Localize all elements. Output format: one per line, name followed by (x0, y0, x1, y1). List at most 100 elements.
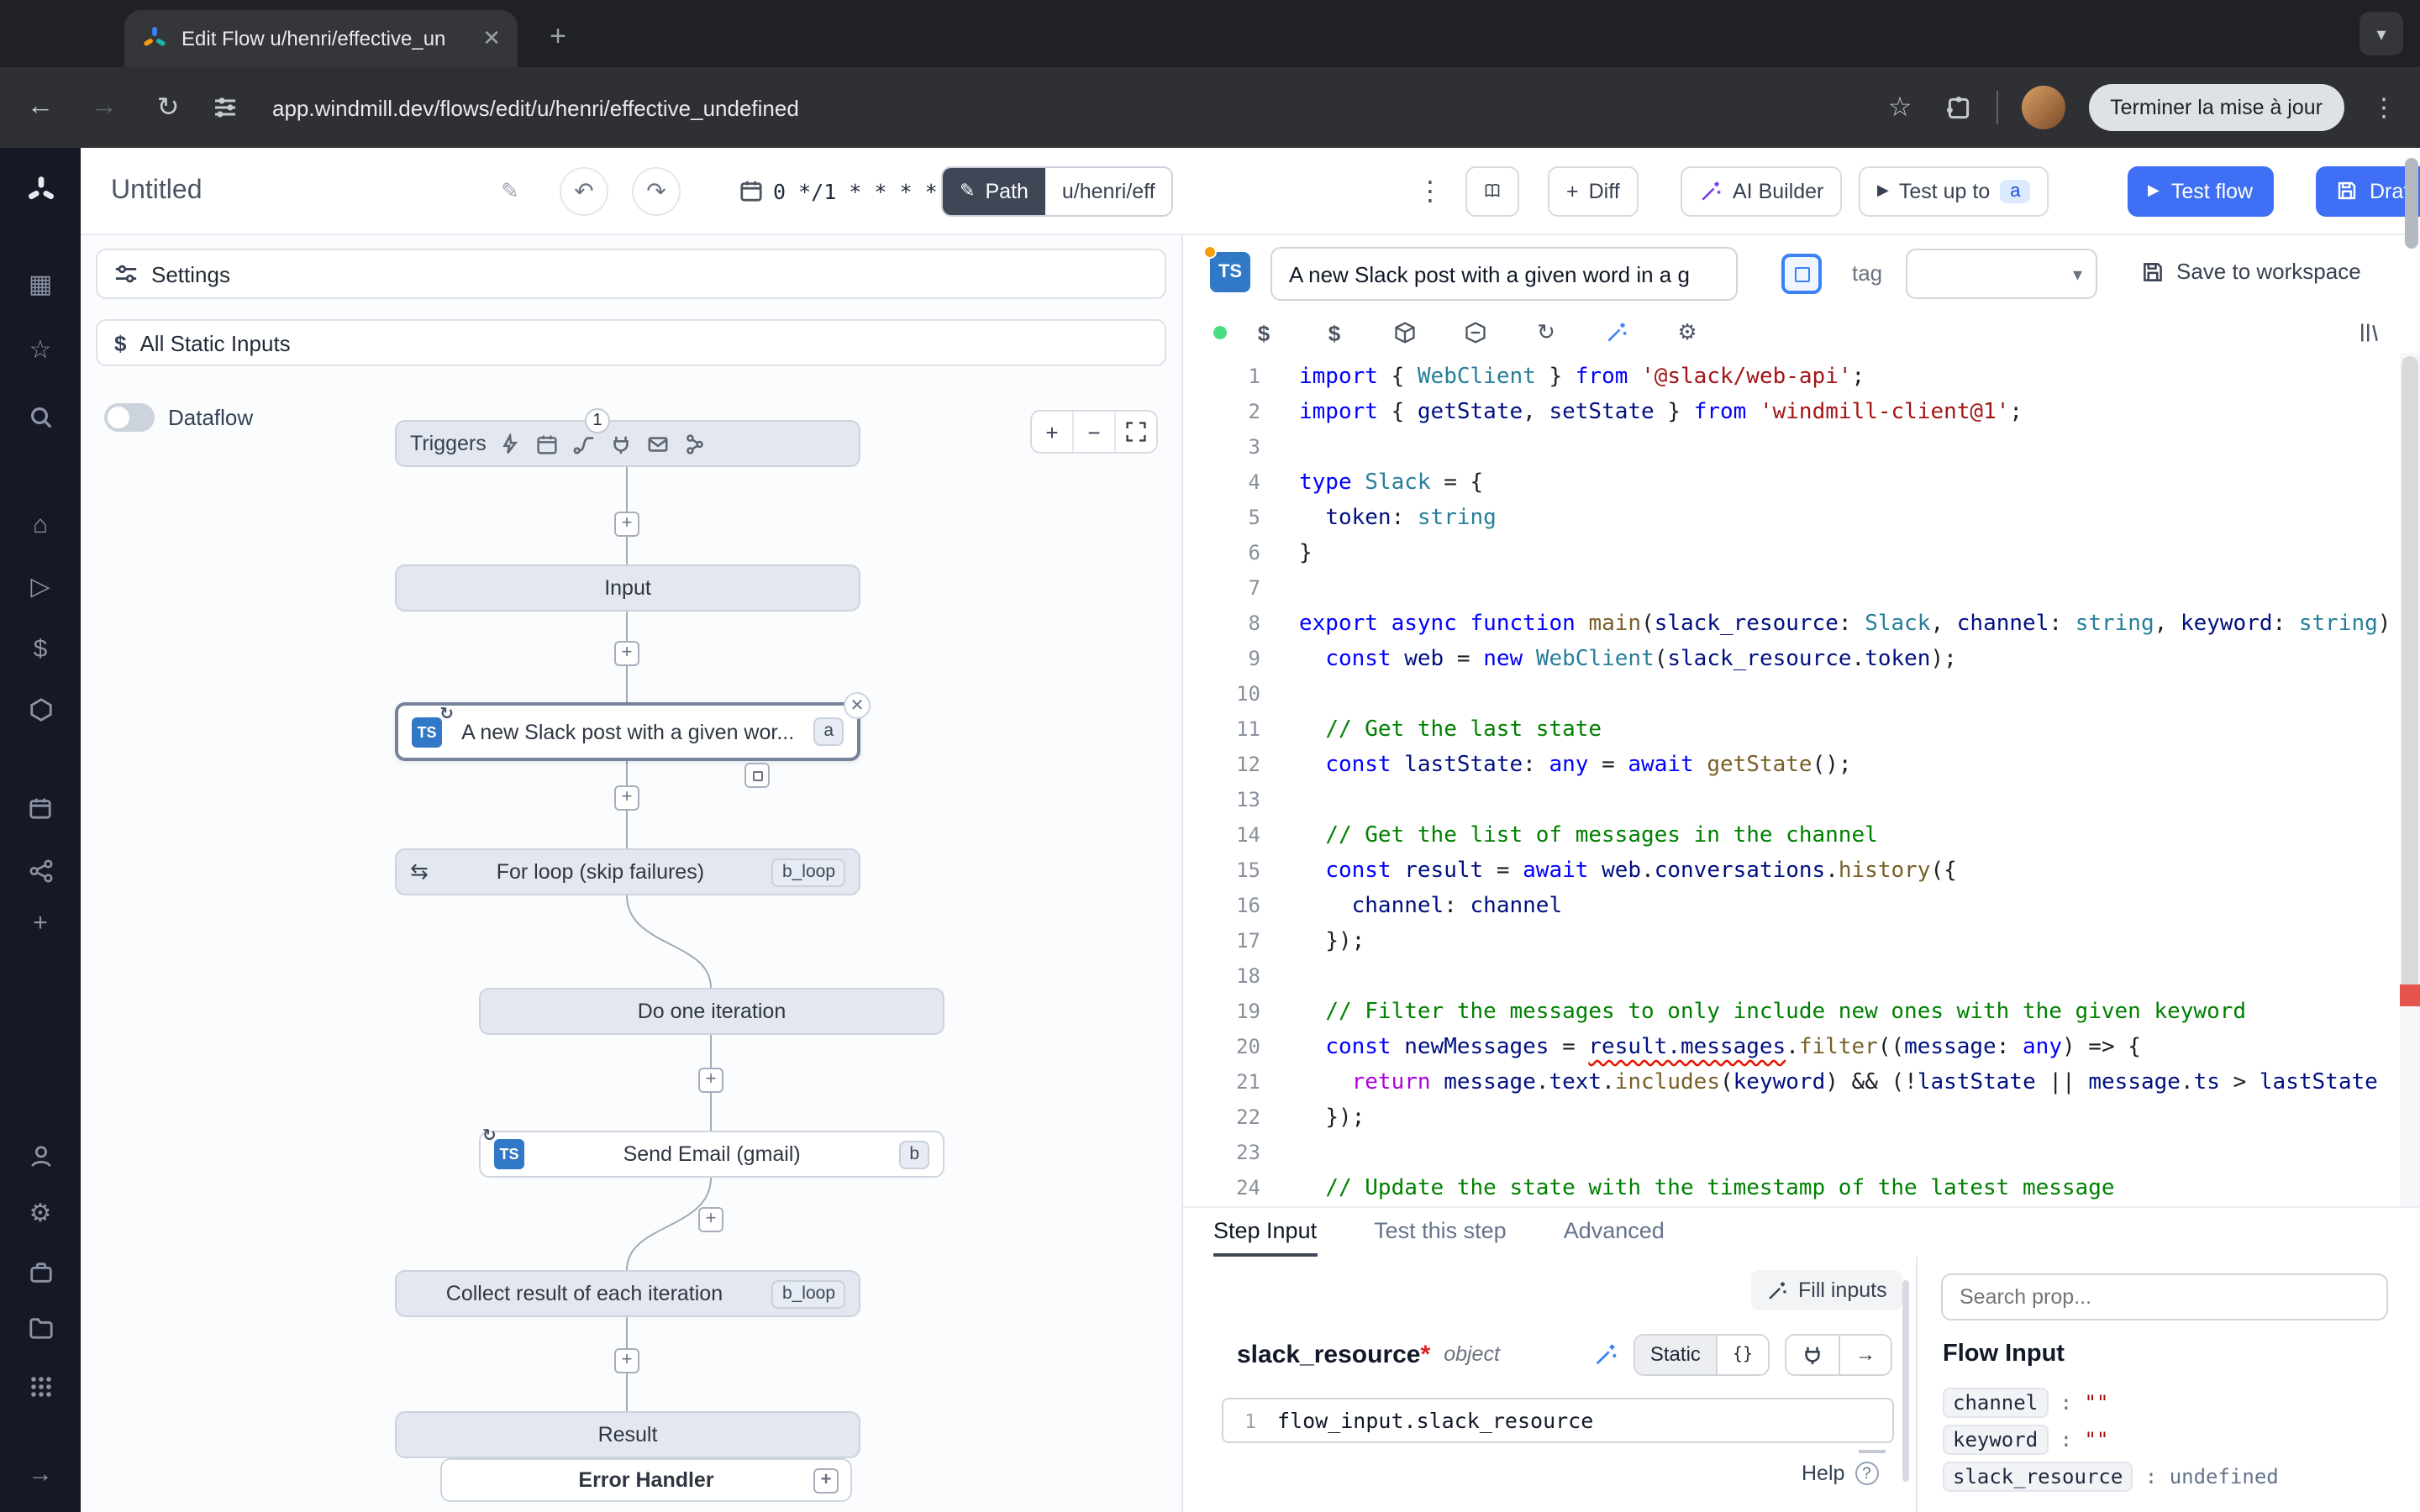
email-trigger-icon[interactable] (648, 433, 670, 454)
code-line[interactable]: 23 (1183, 1136, 2400, 1171)
code-line[interactable]: 8export async function main(slack_resour… (1183, 606, 2400, 642)
expression-value[interactable]: flow_input.slack_resource (1277, 1408, 1593, 1433)
ai-builder-button[interactable]: AI Builder (1681, 165, 1842, 216)
expression-mode-button[interactable]: {} (1716, 1335, 1768, 1373)
code-line[interactable]: 2import { getState, setState } from 'win… (1183, 395, 2400, 430)
flow-node-collect-result[interactable]: Collect result of each iteration b_loop (395, 1270, 860, 1317)
flow-name[interactable]: Untitled (111, 176, 203, 206)
workers-icon[interactable] (0, 1250, 81, 1294)
collapse-arrow-icon[interactable]: → (0, 1452, 81, 1495)
insert-step-button[interactable]: + (614, 641, 639, 666)
fill-inputs-button[interactable]: Fill inputs (1751, 1270, 1902, 1310)
tab-step-input[interactable]: Step Input (1213, 1208, 1317, 1257)
resources-icon[interactable] (0, 687, 81, 731)
site-info-icon[interactable] (212, 94, 239, 121)
apps-grid-icon[interactable] (0, 1364, 81, 1408)
search-icon[interactable] (0, 395, 81, 438)
flow-node-forloop[interactable]: ⇆ For loop (skip failures) b_loop (395, 848, 860, 895)
tab-advanced[interactable]: Advanced (1564, 1208, 1665, 1257)
ai-assistant-wand-icon[interactable] (1600, 312, 1634, 353)
add-error-handler-button[interactable]: + (813, 1467, 839, 1493)
triggers-icon[interactable] (0, 848, 81, 892)
code-line[interactable]: 10 (1183, 677, 2400, 712)
help-link[interactable]: Help ? (1802, 1462, 1878, 1485)
expression-input[interactable]: 1 flow_input.slack_resource (1222, 1398, 1894, 1443)
flow-node-result[interactable]: Result (395, 1411, 860, 1458)
undo-button[interactable]: ↶ (560, 166, 608, 215)
test-up-to-button[interactable]: ▶ Test up to a (1859, 165, 2049, 216)
windmill-logo[interactable] (0, 168, 81, 212)
reset-icon[interactable]: ↻ (1529, 312, 1563, 353)
flow-node-input[interactable]: Input (395, 564, 860, 612)
code-line[interactable]: 21 return message.text.includes(keyword)… (1183, 1065, 2400, 1100)
search-prop-input[interactable] (1941, 1273, 2388, 1320)
forward-icon[interactable]: → (84, 92, 124, 123)
redo-button[interactable]: ↷ (632, 166, 681, 215)
settings-gear-icon[interactable]: ⚙ (0, 1191, 81, 1235)
prop-row[interactable]: channel : "" (1943, 1384, 2396, 1421)
code-line[interactable]: 7 (1183, 571, 2400, 606)
code-line[interactable]: 17 }); (1183, 924, 2400, 959)
flow-node-do-one-iteration[interactable]: Do one iteration (479, 988, 944, 1035)
docs-book-button[interactable] (1465, 165, 1519, 216)
user-icon[interactable] (0, 1134, 81, 1178)
prop-row[interactable]: slack_resource : undefined (1943, 1458, 2396, 1495)
runs-icon[interactable]: ▷ (0, 564, 81, 608)
bookmark-star-icon[interactable]: ☆ (1880, 91, 1920, 124)
url-text[interactable]: app.windmill.dev/flows/edit/u/henri/effe… (272, 95, 799, 120)
pencil-icon[interactable]: ✎ (501, 177, 519, 204)
code-line[interactable]: 11 // Get the last state (1183, 712, 2400, 748)
code-line[interactable]: 13 (1183, 783, 2400, 818)
add-resource-icon[interactable]: $ (1318, 312, 1351, 353)
favorites-star-icon[interactable]: ☆ (0, 328, 81, 371)
flow-node-error-handler[interactable]: Error Handler + (440, 1458, 852, 1502)
code-line[interactable]: 16 channel: channel (1183, 889, 2400, 924)
prop-row[interactable]: keyword : "" (1943, 1421, 2396, 1458)
path-control[interactable]: ✎Path u/henri/eff (941, 165, 1174, 216)
early-stop-indicator[interactable] (744, 763, 770, 788)
tag-select[interactable]: ▾ (1906, 249, 2097, 299)
webhook-icon[interactable] (500, 433, 522, 454)
step-select-checkbox[interactable] (1781, 254, 1822, 294)
plug-connect-button[interactable] (1786, 1335, 1839, 1373)
add-icon[interactable]: + (0, 900, 81, 944)
schedule-summary[interactable]: 0 */1 * * * * (739, 178, 938, 203)
home-icon[interactable]: ⌂ (0, 502, 81, 546)
insert-arrow-button[interactable]: → (1839, 1335, 1891, 1373)
code-line[interactable]: 19 // Filter the messages to only includ… (1183, 995, 2400, 1030)
more-options-kebab-icon[interactable]: ⋮ (1417, 174, 1444, 207)
test-flow-button[interactable]: ▶ Test flow (2128, 165, 2273, 216)
insert-step-button[interactable]: + (698, 1068, 723, 1093)
editor-scrollbar[interactable] (2400, 353, 2420, 1206)
insert-step-button[interactable]: + (614, 1348, 639, 1373)
code-line[interactable]: 3 (1183, 430, 2400, 465)
resize-handle[interactable] (1859, 1448, 1886, 1453)
library-icon[interactable] (2353, 312, 2386, 353)
reload-icon[interactable]: ↻ (148, 91, 188, 124)
relaunch-update-button[interactable]: Terminer la mise à jour (2088, 84, 2344, 131)
tab-search-chevron-icon[interactable]: ▾ (2360, 12, 2403, 55)
code-line[interactable]: 1import { WebClient } from '@slack/web-a… (1183, 360, 2400, 395)
path-edit-segment[interactable]: ✎Path (943, 167, 1045, 214)
diff-button[interactable]: +Diff (1548, 165, 1639, 216)
extensions-icon[interactable] (1944, 93, 1972, 122)
websocket-plug-icon[interactable] (611, 433, 633, 454)
insert-step-button[interactable]: + (614, 512, 639, 537)
insert-step-button[interactable]: + (614, 785, 639, 811)
code-line[interactable]: 5 token: string (1183, 501, 2400, 536)
profile-avatar[interactable] (2021, 86, 2065, 129)
code-line[interactable]: 9 const web = new WebClient(slack_resour… (1183, 642, 2400, 677)
new-tab-button[interactable]: + (538, 17, 578, 57)
code-line[interactable]: 6} (1183, 536, 2400, 571)
schedule-calendar-icon[interactable] (537, 433, 559, 454)
window-scrollbar-thumb[interactable] (2405, 158, 2418, 249)
folder-icon[interactable] (0, 1305, 81, 1349)
http-route-icon[interactable] (574, 433, 596, 454)
code-line[interactable]: 15 const result = await web.conversation… (1183, 853, 2400, 889)
tab-test-this-step[interactable]: Test this step (1374, 1208, 1507, 1257)
code-line[interactable]: 22 }); (1183, 1100, 2400, 1136)
package-icon[interactable] (1388, 312, 1422, 353)
ai-fill-wand-icon[interactable] (1593, 1341, 1618, 1367)
kafka-icon[interactable] (685, 433, 707, 454)
tab-close-icon[interactable]: ✕ (482, 25, 501, 52)
